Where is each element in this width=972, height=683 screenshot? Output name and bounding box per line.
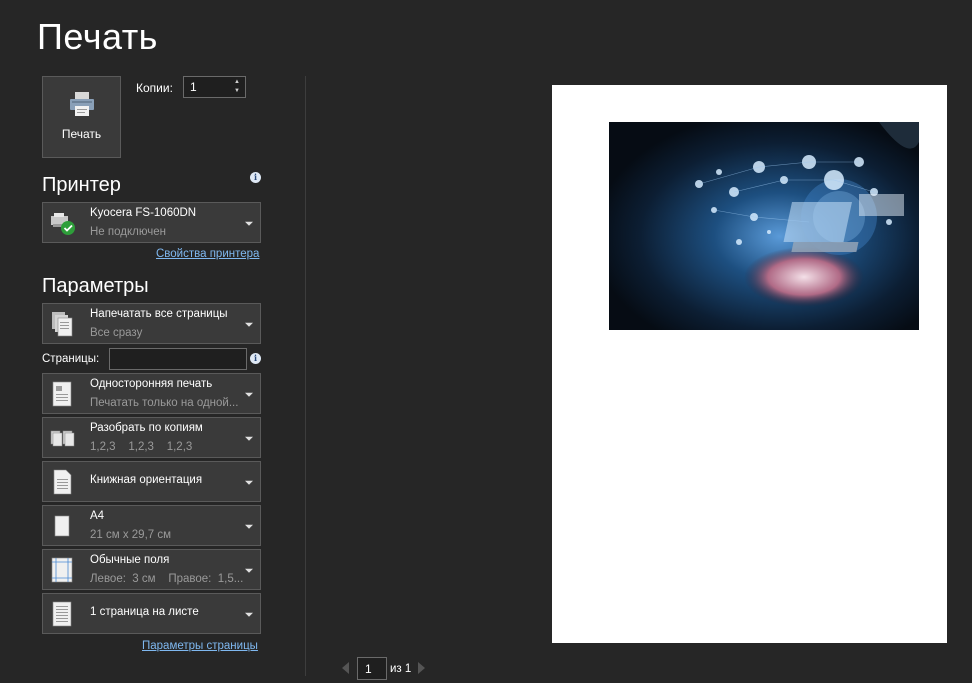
printer-status: Не подключен xyxy=(90,226,166,238)
chevron-down-icon xyxy=(245,436,253,441)
margins-icon xyxy=(51,557,73,582)
page-title: Печать xyxy=(37,16,158,57)
next-page-icon[interactable] xyxy=(418,662,425,674)
printer-select[interactable]: Kyocera FS-1060DN Не подключен xyxy=(42,202,261,243)
printer-section-title: Принтер xyxy=(42,174,121,196)
copies-stepper[interactable]: 1 ▲ ▼ xyxy=(183,76,246,98)
paper-size-sub: 21 см x 29,7 см xyxy=(90,529,172,541)
paper-size-icon xyxy=(54,515,70,536)
chevron-down-icon xyxy=(245,568,253,573)
print-preview-page xyxy=(552,85,947,643)
sides-sub: Печатать только на одной... xyxy=(90,397,239,409)
copies-value[interactable]: 1 xyxy=(190,80,197,94)
orientation-label: Книжная ориентация xyxy=(90,474,203,486)
collate-label: Разобрать по копиям xyxy=(90,422,203,434)
pages-label: Страницы: xyxy=(42,353,100,365)
collate-icon xyxy=(50,430,75,446)
pages-stack-icon xyxy=(52,311,73,336)
one-sided-icon xyxy=(52,381,72,406)
chevron-down-icon xyxy=(245,480,253,485)
printer-icon xyxy=(69,92,94,116)
info-icon[interactable]: i xyxy=(250,172,261,183)
page-setup-link[interactable]: Параметры страницы xyxy=(142,640,258,652)
spin-up-icon[interactable]: ▲ xyxy=(232,78,242,87)
panel-divider xyxy=(305,76,306,676)
page-number-input[interactable]: 1 xyxy=(357,657,387,680)
printer-ready-icon xyxy=(51,212,75,235)
page-number-value[interactable]: 1 xyxy=(365,662,372,676)
pages-input[interactable] xyxy=(109,348,247,370)
chevron-down-icon xyxy=(245,524,253,529)
chevron-down-icon xyxy=(245,392,253,397)
print-button[interactable]: Печать xyxy=(42,76,121,158)
portrait-icon xyxy=(53,469,72,494)
printer-properties-link[interactable]: Свойства принтера xyxy=(156,248,259,260)
chevron-down-icon xyxy=(245,322,253,327)
print-range-sub: Все сразу xyxy=(90,327,143,339)
params-section-title: Параметры xyxy=(42,275,149,297)
preview-image xyxy=(609,122,919,330)
print-range-select[interactable]: Напечатать все страницы Все сразу xyxy=(42,303,261,344)
collate-sub: 1,2,3 1,2,3 1,2,3 xyxy=(90,441,193,453)
margins-select[interactable]: Обычные поля Левое: 3 см Правое: 1,5... xyxy=(42,549,261,590)
pages-per-sheet-icon xyxy=(52,601,72,626)
copies-spin-buttons[interactable]: ▲ ▼ xyxy=(232,78,242,96)
info-icon[interactable]: i xyxy=(250,353,261,364)
print-button-label: Печать xyxy=(61,127,102,141)
printer-name: Kyocera FS-1060DN xyxy=(90,207,197,219)
margins-sub: Левое: 3 см Правое: 1,5... xyxy=(90,573,244,585)
spin-down-icon[interactable]: ▼ xyxy=(232,87,242,96)
page-total: из 1 xyxy=(390,663,412,675)
print-range-label: Напечатать все страницы xyxy=(90,308,228,320)
paper-size-select[interactable]: A4 21 см x 29,7 см xyxy=(42,505,261,546)
copies-label: Копии: xyxy=(136,81,173,95)
paper-size-label: A4 xyxy=(90,510,105,522)
prev-page-icon[interactable] xyxy=(342,662,349,674)
chevron-down-icon xyxy=(245,612,253,617)
sides-select[interactable]: Односторонняя печать Печатать только на … xyxy=(42,373,261,414)
sides-label: Односторонняя печать xyxy=(90,378,213,390)
pages-per-sheet-select[interactable]: 1 страница на листе xyxy=(42,593,261,634)
orientation-select[interactable]: Книжная ориентация xyxy=(42,461,261,502)
margins-label: Обычные поля xyxy=(90,554,170,566)
pages-per-sheet-label: 1 страница на листе xyxy=(90,606,199,618)
chevron-down-icon xyxy=(245,221,253,226)
collate-select[interactable]: Разобрать по копиям 1,2,3 1,2,3 1,2,3 xyxy=(42,417,261,458)
